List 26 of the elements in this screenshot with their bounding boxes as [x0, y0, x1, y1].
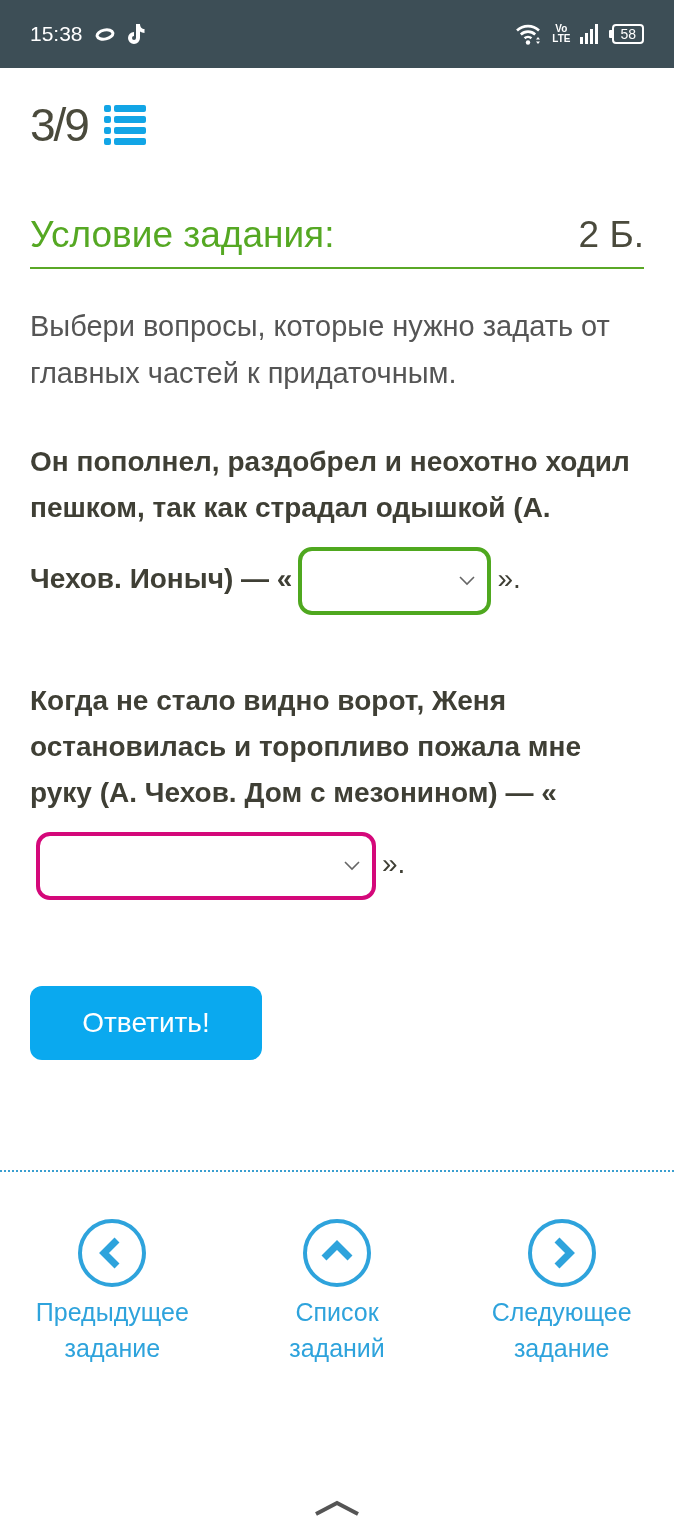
chevron-right-circle-icon	[527, 1219, 596, 1287]
chevron-up-icon[interactable]	[314, 1500, 360, 1516]
music-note-icon	[126, 23, 145, 45]
chevron-down-icon	[344, 861, 360, 871]
task-list-button[interactable]: Список заданий	[289, 1219, 385, 1366]
sentence-text: Когда не стало видно ворот, Женя остановилась и торопливо пожала мне руку (А. Чехов. Дом с мезонином) — « ».	[30, 678, 644, 916]
battery-indicator: 58	[609, 24, 644, 44]
status-time: 15:38	[30, 22, 83, 46]
dropdown-field[interactable]	[298, 547, 492, 615]
wifi-icon	[516, 23, 543, 45]
sentence-text: Он пополнел, раздобрел и неохотно ходил пешком, так как страдал одышкой (А. Чехов. Ионыч) — « ».	[30, 439, 644, 631]
ring-icon	[94, 27, 115, 41]
task-counter: 3/9	[30, 98, 88, 153]
chevron-up-circle-icon	[303, 1219, 371, 1287]
task-points: 2 Б.	[578, 213, 644, 257]
chevron-down-icon	[459, 576, 476, 586]
next-task-button[interactable]: Следующее задание	[491, 1219, 632, 1366]
dropdown-field[interactable]	[36, 832, 376, 900]
list-menu-icon[interactable]	[103, 105, 146, 145]
task-title: Условие задания:	[30, 213, 335, 257]
network-type-label: Vo LTE	[552, 24, 571, 44]
chevron-left-circle-icon	[78, 1219, 147, 1287]
task-instruction: Выбери вопросы, которые нужно задать от главных частей к придаточным.	[30, 309, 611, 391]
signal-bars-icon	[580, 24, 600, 44]
submit-button[interactable]: Ответить!	[30, 986, 262, 1060]
previous-task-button[interactable]: Предыдущее задание	[35, 1219, 189, 1366]
